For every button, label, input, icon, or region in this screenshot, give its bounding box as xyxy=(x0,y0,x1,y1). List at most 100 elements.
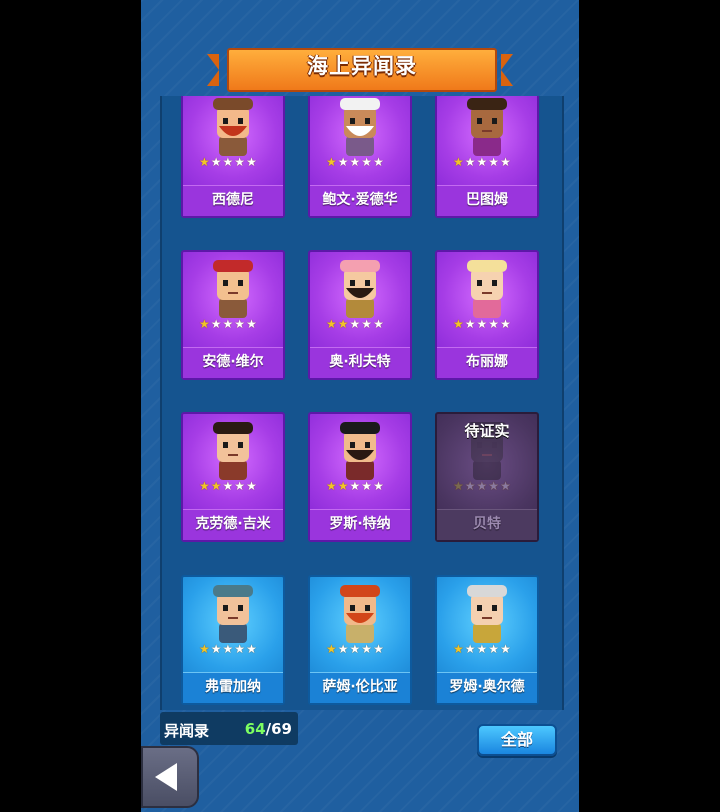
star-icon: ★ xyxy=(464,155,476,169)
star-icon: ★ xyxy=(222,317,234,331)
character-name: 奥·利夫特 xyxy=(329,354,391,370)
star-icon: ★ xyxy=(464,642,476,656)
character-name: 布丽娜 xyxy=(466,354,508,370)
character-name: 罗斯·特纳 xyxy=(329,516,391,532)
character-portrait xyxy=(455,581,519,643)
star-icon: ★ xyxy=(488,479,500,493)
star-rating: ★ ★ ★ ★ ★ xyxy=(326,318,384,330)
filter-all-button[interactable]: 全部 xyxy=(477,724,557,756)
star-icon: ★ xyxy=(326,479,337,493)
star-rating: ★ ★ ★ ★ ★ xyxy=(199,643,257,655)
star-rating: ★ ★ ★ ★ ★ xyxy=(326,643,384,655)
character-portrait xyxy=(201,256,265,318)
star-icon: ★ xyxy=(246,479,257,493)
star-icon: ★ xyxy=(373,155,384,169)
character-name: 弗雷加纳 xyxy=(205,679,261,695)
back-arrow-icon xyxy=(155,763,177,791)
star-rating: ★ ★ ★ ★ ★ xyxy=(199,480,257,492)
star-icon: ★ xyxy=(349,479,361,493)
star-icon: ★ xyxy=(246,155,257,169)
character-name: 安德·维尔 xyxy=(202,354,264,370)
star-rating: ★ ★ ★ ★ ★ xyxy=(199,318,257,330)
star-icon: ★ xyxy=(453,155,464,169)
pending-label: 待证实 xyxy=(464,422,510,440)
star-icon: ★ xyxy=(453,317,464,331)
star-icon: ★ xyxy=(373,479,384,493)
character-list-panel[interactable]: ★ ★ ★ ★ ★ 西德尼 ★ ★ ★ ★ ★ 鲍文·爱德华 ★ ★ ★ ★ ★ 巴图姆 ★ ★ ★ ★ ★ 安德·维尔 ★ ★ ★… xyxy=(160,96,564,710)
star-rating: ★ ★ ★ ★ ★ xyxy=(453,643,511,655)
star-icon: ★ xyxy=(373,317,384,331)
star-icon: ★ xyxy=(246,317,257,331)
star-icon: ★ xyxy=(488,642,500,656)
character-card[interactable]: ★ ★ ★ ★ ★ 罗斯·特纳 xyxy=(308,412,412,542)
star-icon: ★ xyxy=(222,155,234,169)
star-icon: ★ xyxy=(222,642,234,656)
character-card[interactable]: ★ ★ ★ ★ ★ 罗姆·奥尔德 xyxy=(435,575,539,705)
star-icon: ★ xyxy=(453,479,464,493)
character-portrait xyxy=(201,581,265,643)
back-button[interactable] xyxy=(141,746,199,808)
star-icon: ★ xyxy=(326,317,337,331)
title-banner: 海上异闻录 xyxy=(207,46,513,92)
character-portrait xyxy=(455,256,519,318)
character-card[interactable]: ★ ★ ★ ★ ★ 萨姆·伦比亚 xyxy=(308,575,412,705)
character-name: 贝特 xyxy=(473,516,501,532)
star-icon: ★ xyxy=(210,155,222,169)
character-name: 巴图姆 xyxy=(466,192,508,208)
star-icon: ★ xyxy=(464,479,476,493)
banner-ribbon-left xyxy=(207,54,219,86)
character-card[interactable]: ★ ★ ★ ★ ★ 布丽娜 xyxy=(435,250,539,380)
star-icon: ★ xyxy=(361,479,373,493)
star-icon: ★ xyxy=(222,479,234,493)
counter-label: 异闻录 xyxy=(164,722,210,740)
character-portrait xyxy=(455,96,519,156)
star-icon: ★ xyxy=(476,317,488,331)
star-icon: ★ xyxy=(326,642,337,656)
star-icon: ★ xyxy=(500,317,511,331)
star-icon: ★ xyxy=(349,155,361,169)
character-portrait xyxy=(201,418,265,480)
star-rating: ★ ★ ★ ★ ★ xyxy=(199,156,257,168)
star-icon: ★ xyxy=(199,642,210,656)
character-name: 罗姆·奥尔德 xyxy=(449,679,525,695)
character-name: 鲍文·爱德华 xyxy=(322,192,398,208)
star-icon: ★ xyxy=(361,317,373,331)
star-icon: ★ xyxy=(326,155,337,169)
page-title: 海上异闻录 xyxy=(307,54,417,78)
collection-counter: 异闻录 64/69 xyxy=(160,712,298,745)
star-icon: ★ xyxy=(349,317,361,331)
star-icon: ★ xyxy=(337,479,349,493)
star-icon: ★ xyxy=(337,642,349,656)
character-card[interactable]: ★ ★ ★ ★ ★ 鲍文·爱德华 xyxy=(308,96,412,218)
character-name: 西德尼 xyxy=(212,192,254,208)
character-portrait xyxy=(328,418,392,480)
counter-value: 64/69 xyxy=(245,720,292,738)
character-card[interactable]: ★ ★ ★ ★ ★ 奥·利夫特 xyxy=(308,250,412,380)
star-icon: ★ xyxy=(210,642,222,656)
star-icon: ★ xyxy=(476,155,488,169)
star-icon: ★ xyxy=(361,642,373,656)
character-card[interactable]: 待证实 ★ ★ ★ ★ ★ 贝特 xyxy=(435,412,539,542)
character-card[interactable]: ★ ★ ★ ★ ★ 弗雷加纳 xyxy=(181,575,285,705)
character-card[interactable]: ★ ★ ★ ★ ★ 巴图姆 xyxy=(435,96,539,218)
character-card[interactable]: ★ ★ ★ ★ ★ 克劳德·吉米 xyxy=(181,412,285,542)
character-card[interactable]: ★ ★ ★ ★ ★ 安德·维尔 xyxy=(181,250,285,380)
star-icon: ★ xyxy=(210,317,222,331)
character-portrait xyxy=(328,581,392,643)
collection-screen: 海上异闻录 ★ ★ ★ ★ ★ 西德尼 ★ ★ ★ ★ ★ 鲍文·爱德华 ★ ★ ★ ★ ★ 巴图姆 ★ ★ ★ ★ ★ 安德… xyxy=(141,0,579,812)
total-count: 69 xyxy=(271,720,292,738)
character-name: 克劳德·吉米 xyxy=(195,516,271,532)
star-icon: ★ xyxy=(464,317,476,331)
star-icon: ★ xyxy=(234,155,246,169)
star-icon: ★ xyxy=(199,317,210,331)
star-icon: ★ xyxy=(500,642,511,656)
star-icon: ★ xyxy=(488,155,500,169)
banner-ribbon-right xyxy=(501,54,513,86)
star-icon: ★ xyxy=(234,317,246,331)
star-rating: ★ ★ ★ ★ ★ xyxy=(453,156,511,168)
star-icon: ★ xyxy=(349,642,361,656)
star-rating: ★ ★ ★ ★ ★ xyxy=(326,156,384,168)
character-card[interactable]: ★ ★ ★ ★ ★ 西德尼 xyxy=(181,96,285,218)
star-icon: ★ xyxy=(210,479,222,493)
collected-count: 64 xyxy=(244,720,266,738)
